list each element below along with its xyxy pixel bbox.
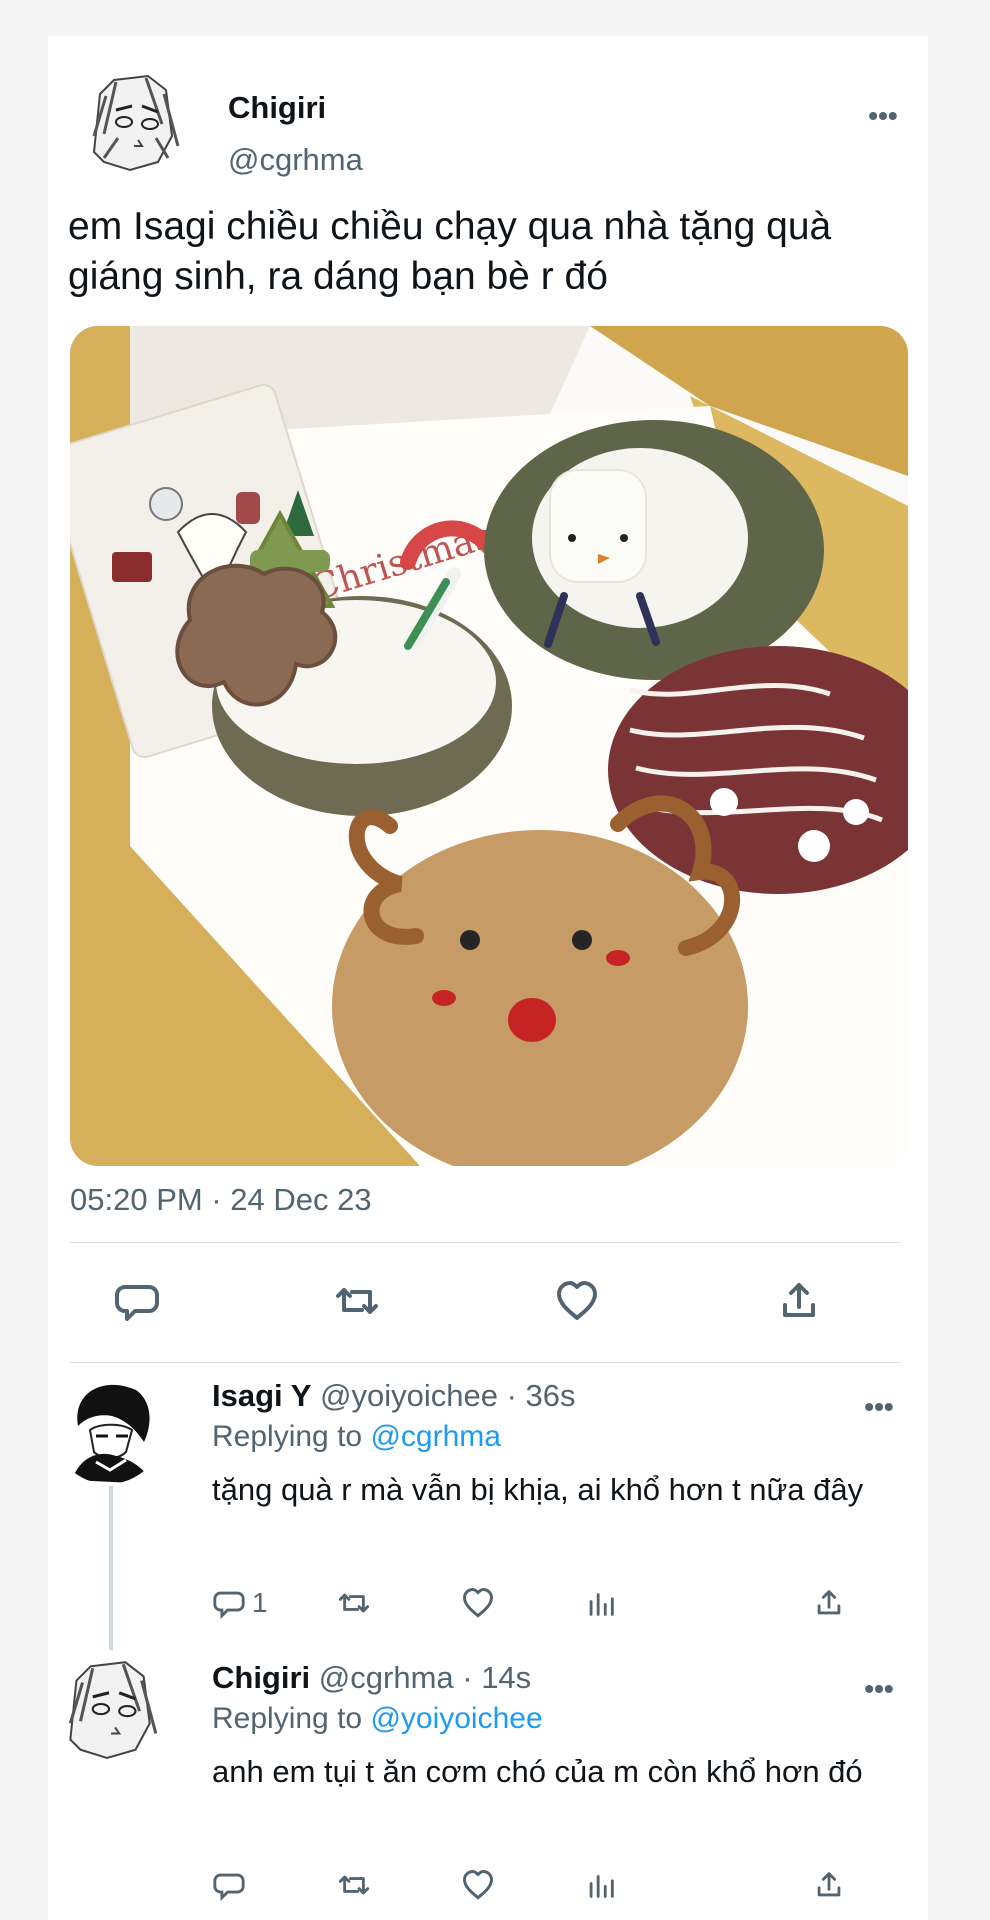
replying-to-line: Replying to @cgrhma: [212, 1420, 501, 1454]
like-icon[interactable]: [460, 1860, 496, 1910]
reply-item[interactable]: Isagi Y @yoiyoichee · 36s ••• Replying t…: [48, 1366, 928, 1672]
analytics-icon[interactable]: [584, 1860, 618, 1910]
reply-icon[interactable]: [212, 1860, 246, 1910]
retweet-icon[interactable]: [336, 1860, 372, 1910]
more-icon[interactable]: •••: [854, 1673, 904, 1704]
author-handle[interactable]: @cgrhma: [228, 142, 363, 178]
author-name[interactable]: Chigiri: [228, 90, 326, 126]
reply-icon[interactable]: [108, 1272, 166, 1330]
retweet-icon[interactable]: [336, 1578, 372, 1628]
like-icon[interactable]: [460, 1578, 496, 1628]
reply-author-handle[interactable]: @yoiyoichee: [320, 1378, 498, 1413]
replying-to-line: Replying to @yoiyoichee: [212, 1702, 543, 1736]
more-icon[interactable]: •••: [858, 100, 908, 131]
reply-avatar[interactable]: [52, 1650, 164, 1762]
separator: [70, 1242, 900, 1243]
reply-time: · 36s: [497, 1378, 576, 1413]
tweet-header: Chigiri @cgrhma •••: [68, 56, 908, 178]
replying-to-handle[interactable]: @cgrhma: [370, 1420, 501, 1453]
replying-prefix: Replying to: [212, 1702, 371, 1735]
share-icon[interactable]: [770, 1272, 828, 1330]
tweet-photo[interactable]: Merry Christmas: [70, 326, 908, 1166]
separator: [70, 1362, 900, 1363]
reply-author-name[interactable]: Isagi Y: [212, 1378, 311, 1413]
tweet-text: em Isagi chiều chiều chạy qua nhà tặng q…: [68, 205, 832, 298]
replying-to-handle[interactable]: @yoiyoichee: [370, 1702, 542, 1735]
reply-author-handle[interactable]: @cgrhma: [319, 1660, 454, 1695]
reply-actions: 1: [212, 1578, 902, 1628]
reply-item[interactable]: Chigiri @cgrhma · 14s ••• Replying to @y…: [48, 1648, 928, 1920]
reply-count: 1: [252, 1587, 268, 1618]
reply-time: · 14s: [453, 1660, 532, 1695]
more-icon[interactable]: •••: [854, 1391, 904, 1422]
analytics-icon[interactable]: [584, 1578, 618, 1628]
like-icon[interactable]: [548, 1272, 606, 1330]
reply-actions: [212, 1860, 902, 1910]
reply-author-name[interactable]: Chigiri: [212, 1660, 310, 1695]
reply-avatar[interactable]: [52, 1372, 164, 1484]
reply-author-line: Isagi Y @yoiyoichee · 36s: [212, 1378, 575, 1414]
replying-prefix: Replying to: [212, 1420, 371, 1453]
author-avatar[interactable]: [76, 64, 186, 174]
reply-text: tặng quà r mà vẫn bị khịa, ai khổ hơn t …: [212, 1472, 864, 1507]
share-icon[interactable]: [812, 1578, 846, 1628]
tweet-timestamp[interactable]: 05:20 PM · 24 Dec 23: [70, 1182, 372, 1218]
tweet-actions: [70, 1256, 900, 1352]
retweet-icon[interactable]: [328, 1272, 386, 1330]
reply-icon[interactable]: 1: [212, 1578, 268, 1628]
thread-line: [109, 1486, 113, 1672]
tweet-card: Chigiri @cgrhma ••• em Isagi chiều chiều…: [48, 36, 928, 1920]
reply-text: anh em tụi t ăn cơm chó của m còn khổ hơ…: [212, 1754, 863, 1789]
reply-author-line: Chigiri @cgrhma · 14s: [212, 1660, 531, 1696]
share-icon[interactable]: [812, 1860, 846, 1910]
